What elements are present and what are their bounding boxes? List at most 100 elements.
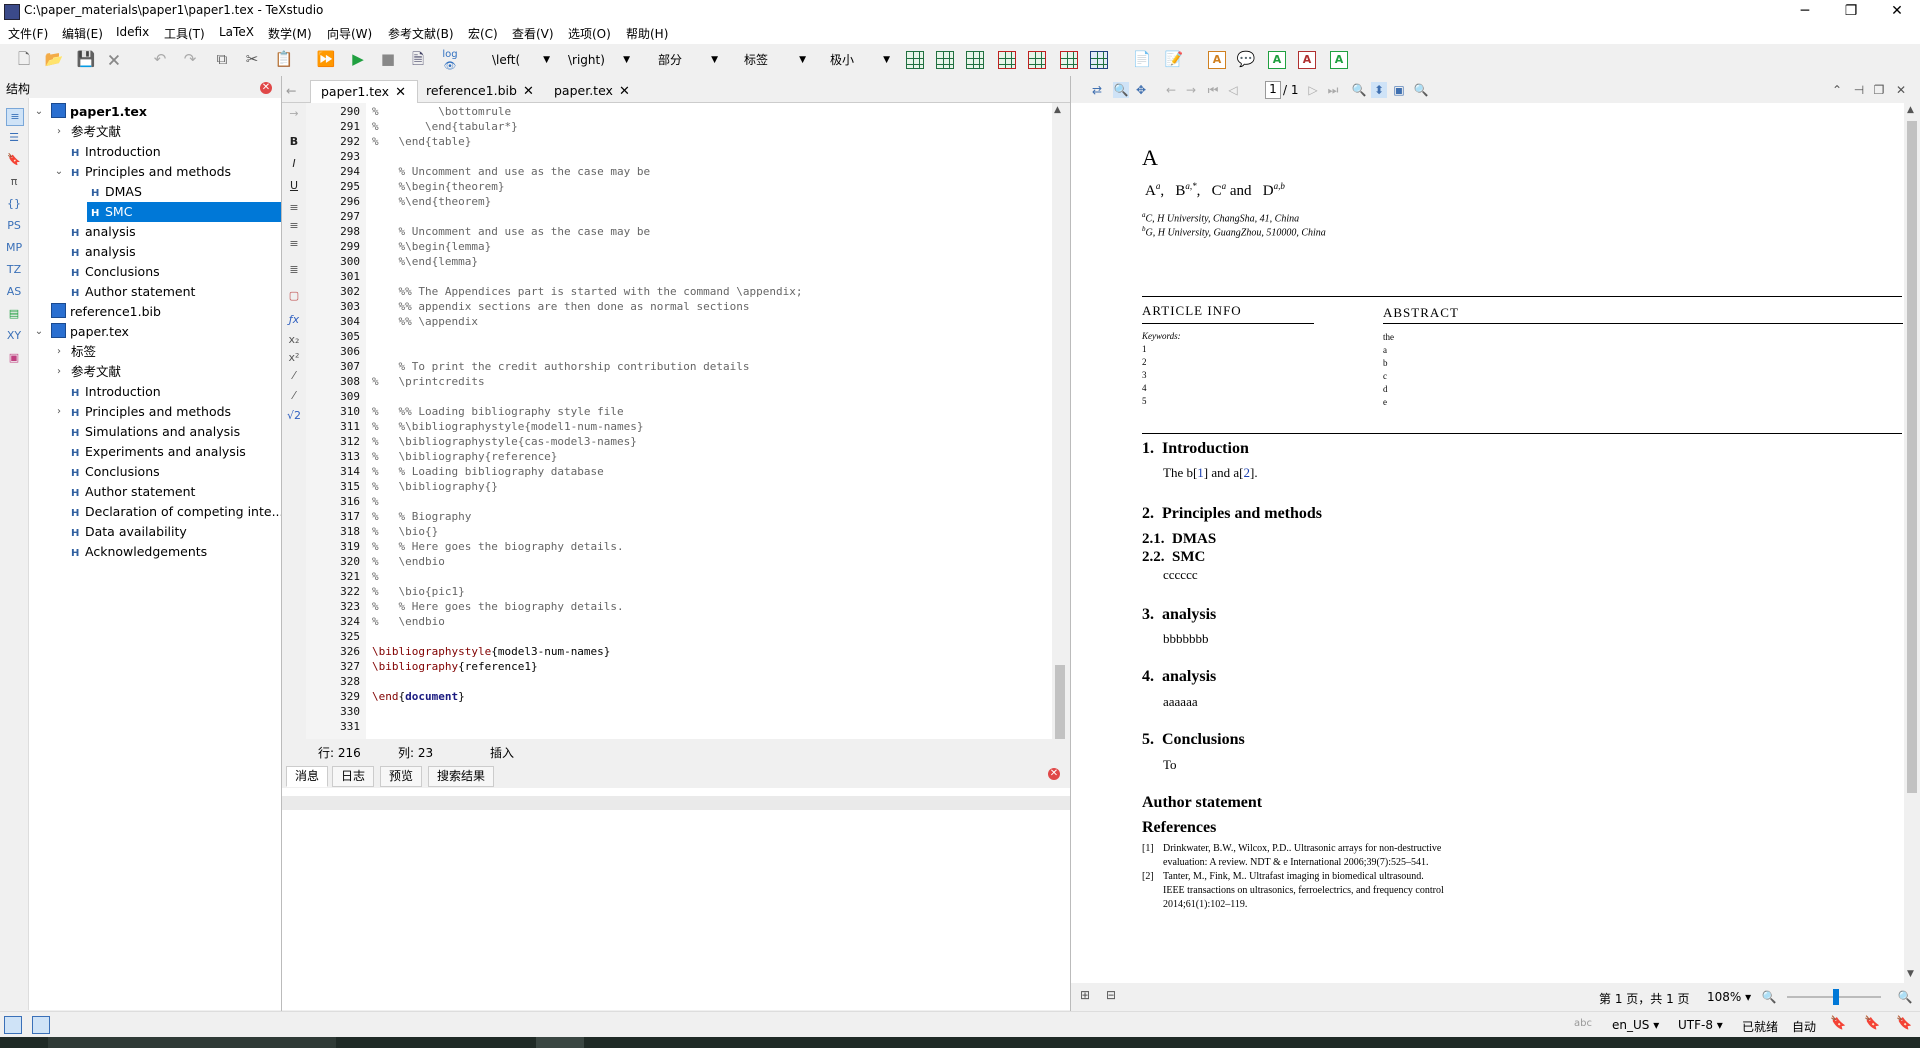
code-line[interactable]: % \endbio	[372, 555, 445, 568]
left-delimiter-combo[interactable]: \left(▼	[488, 49, 552, 71]
code-line[interactable]: % To print the credit authorship contrib…	[372, 360, 749, 373]
code-editor[interactable]: % \bottomrule % \end{tabular*} % \end{tabl…	[366, 103, 1052, 739]
editor-vertical-scrollbar[interactable]: ▲ ▼	[1052, 103, 1068, 763]
chevron-right-icon[interactable]: ›	[53, 362, 65, 382]
copy-icon[interactable]: ⧉	[212, 49, 232, 69]
tree-item-bibliography[interactable]: › 参考文献	[29, 362, 281, 382]
close-tab-icon[interactable]: ✕	[395, 85, 406, 100]
zoom-in-icon[interactable]: 🔍	[1897, 989, 1913, 1005]
chevron-down-icon[interactable]: ⌄	[33, 102, 45, 122]
newline-icon[interactable]: ≣	[286, 263, 302, 276]
zoom-in-icon[interactable]: 🔍	[1351, 82, 1367, 98]
bookmark-icon[interactable]: 🔖	[6, 152, 22, 168]
align-table-icon[interactable]	[1090, 51, 1108, 69]
tree-item-section[interactable]: ⌄ H Principles and methods	[29, 162, 281, 182]
code-line[interactable]: %	[372, 495, 379, 508]
code-line[interactable]: %	[372, 570, 379, 583]
tree-item-bibliography[interactable]: › 参考文献	[29, 122, 281, 142]
arrow-right-icon[interactable]: →	[286, 107, 302, 120]
overview-toggle-icon[interactable]: ⊟	[1103, 987, 1119, 1003]
save-icon[interactable]: 💾	[76, 49, 96, 69]
toggle-messages-panel-icon[interactable]	[32, 1016, 50, 1034]
back-icon[interactable]: ←	[1163, 82, 1179, 98]
code-line[interactable]: % \bio{}	[372, 525, 438, 538]
table-row-icon[interactable]	[936, 51, 954, 69]
code-line[interactable]: %% appendix sections are then done as no…	[372, 300, 749, 313]
tab-preview[interactable]: 预览	[380, 766, 423, 787]
code-line[interactable]: % %% Loading bibliography style file	[372, 405, 624, 418]
tree-item-section[interactable]: H Acknowledgements	[29, 542, 281, 562]
tree-item-section[interactable]: H Conclusions	[29, 462, 281, 482]
xy-icon[interactable]: XY	[6, 328, 22, 344]
code-line[interactable]: % %\bibliographystyle{model1-num-names}	[372, 420, 644, 433]
view-pdf-icon[interactable]: 🗎	[408, 49, 428, 69]
spellcheck-icon[interactable]: abc	[1574, 1018, 1592, 1029]
menu-tools[interactable]: 工具(T)	[164, 25, 205, 42]
tree-item-section[interactable]: › H Principles and methods	[29, 402, 281, 422]
close-tab-icon[interactable]: ✕	[619, 84, 630, 99]
menu-bibliography[interactable]: 参考文献(B)	[388, 25, 454, 42]
tab-log[interactable]: 日志	[332, 766, 375, 787]
first-page-icon[interactable]: ⏮	[1205, 82, 1221, 98]
language-selector[interactable]: en_US ▾	[1612, 1018, 1659, 1032]
code-line[interactable]: % \bibliography{reference}	[372, 450, 557, 463]
open-folder-icon[interactable]: 📂	[44, 49, 64, 69]
code-line[interactable]: %\end{lemma}	[372, 255, 477, 268]
maximize-button[interactable]: ❐	[1828, 0, 1874, 22]
code-line[interactable]: % % Here goes the biography details.	[372, 540, 624, 553]
chevron-right-icon[interactable]: ›	[53, 342, 65, 362]
tree-item-section[interactable]: H Simulations and analysis	[29, 422, 281, 442]
code-line[interactable]: % Uncomment and use as the case may be	[372, 225, 650, 238]
bookmark-icon[interactable]: 🔖	[1864, 1016, 1880, 1031]
embed-viewer-icon[interactable]: ⊣	[1851, 82, 1867, 98]
windowed-viewer-icon[interactable]: ❐	[1871, 82, 1887, 98]
underline-icon[interactable]: U	[286, 179, 302, 192]
fraction-icon[interactable]: ⁄	[286, 369, 302, 382]
sync-icon[interactable]: ⇄	[1089, 82, 1105, 98]
menu-idefix[interactable]: Idefix	[116, 25, 149, 39]
zoom-slider-handle[interactable]	[1833, 989, 1839, 1005]
redo-icon[interactable]: ↷	[180, 49, 200, 69]
code-line[interactable]: \bibliographystyle{model3-num-names}	[372, 645, 610, 658]
asymptote-icon[interactable]: AS	[6, 284, 22, 300]
previous-page-icon[interactable]: ◁	[1225, 82, 1241, 98]
label-combo[interactable]: 标签 ▼	[740, 49, 808, 71]
tab-paper1-tex[interactable]: paper1.tex ✕	[310, 80, 418, 103]
viewer-vertical-scrollbar[interactable]: ▲ ▼	[1904, 103, 1920, 983]
text-a-list-icon[interactable]: A	[1330, 51, 1348, 69]
code-line[interactable]: \end{document}	[372, 690, 465, 703]
zoom-out-icon[interactable]: 🔍	[1413, 82, 1429, 98]
magnifier-mode-icon[interactable]: 🔍	[1113, 82, 1129, 98]
italic-icon[interactable]: I	[286, 157, 302, 170]
menu-macros[interactable]: 宏(C)	[468, 25, 498, 42]
scrollbar-thumb[interactable]	[1907, 121, 1917, 793]
tab-messages[interactable]: 消息	[286, 766, 329, 787]
menu-help[interactable]: 帮助(H)	[626, 25, 668, 42]
close-structure-icon[interactable]: ✕	[260, 82, 272, 94]
close-file-icon[interactable]: 🗙	[104, 49, 124, 69]
code-line[interactable]: %% The Appendices part is started with t…	[372, 285, 802, 298]
paste-icon[interactable]: 📋	[274, 49, 294, 69]
align-left-icon[interactable]: ≡	[286, 201, 302, 214]
menu-view[interactable]: 查看(V)	[512, 25, 554, 42]
new-file-icon[interactable]: 🗋	[14, 49, 34, 69]
code-line[interactable]: % % Loading bibliography database	[372, 465, 604, 478]
tab-reference1-bib[interactable]: reference1.bib ✕	[416, 80, 536, 102]
symbols-pi-icon[interactable]: π	[6, 174, 22, 190]
pstricks-icon[interactable]: PS	[6, 218, 22, 234]
code-line[interactable]: % % Here goes the biography details.	[372, 600, 624, 613]
align-right-icon[interactable]: ≡	[286, 237, 302, 250]
sqrt-icon[interactable]: √2	[286, 409, 302, 422]
code-line[interactable]: \bibliography{reference1}	[372, 660, 538, 673]
delete-column-icon[interactable]	[1028, 51, 1046, 69]
frame-icon[interactable]: ▢	[286, 289, 302, 302]
text-a-green-icon[interactable]: A	[1268, 51, 1286, 69]
bold-icon[interactable]: B	[286, 135, 302, 148]
braces-icon[interactable]: {}	[6, 196, 22, 212]
collapse-icon[interactable]: ⌃	[1829, 82, 1845, 98]
tab-search-results[interactable]: 搜索结果	[428, 766, 495, 787]
code-line[interactable]: % \end{table}	[372, 135, 471, 148]
code-line[interactable]: % % Biography	[372, 510, 471, 523]
section-combo[interactable]: 部分 ▼	[654, 49, 720, 71]
scroll-up-icon[interactable]: ▲	[1907, 105, 1914, 115]
